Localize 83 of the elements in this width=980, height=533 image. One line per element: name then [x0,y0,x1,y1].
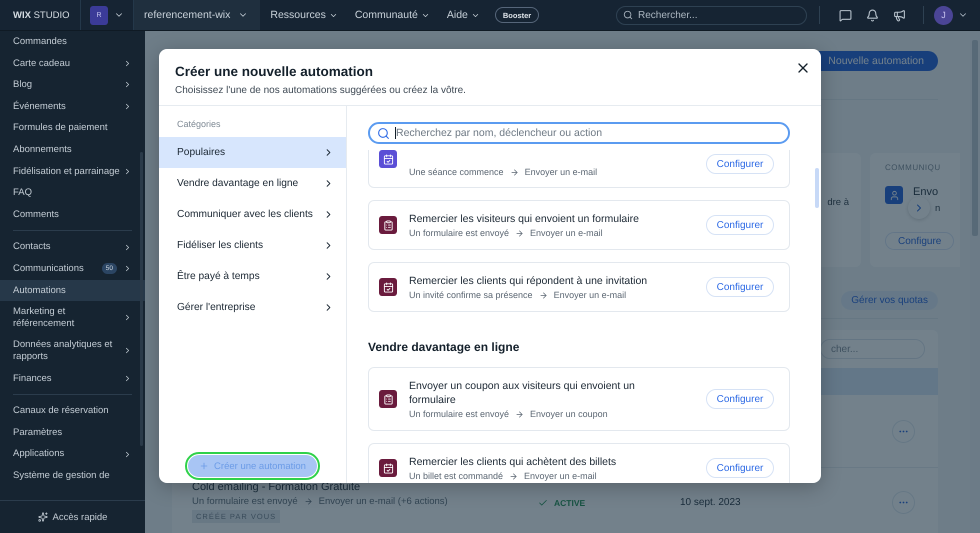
trigger-text: Un formulaire est envoyé [409,228,510,238]
sidebar-item[interactable]: Blog [0,74,145,96]
arrow-right-icon [510,168,519,176]
sidebar-item[interactable]: Comments [0,204,145,226]
configure-button[interactable]: Configurer [706,154,774,174]
action-text: Envoyer un e-mail [524,167,598,177]
nav-menu[interactable]: Communauté [344,9,437,21]
sidebar-item[interactable]: Finances [0,368,145,390]
card-text: dre à [827,197,849,208]
sidebar-item[interactable]: Paramètres [0,422,145,444]
arrow-right-icon [509,472,518,480]
action-text: Envoyer un e-mail [554,290,626,300]
sidebar-item[interactable]: Canaux de réservation [0,400,145,422]
chevron-right-icon [123,80,132,90]
sidebar-item[interactable]: Fidélisation et parrainage [0,160,145,182]
configure-button[interactable]: Configurer [706,458,774,478]
search-icon [377,126,390,140]
action-text: Envoyer un e-mail [530,228,603,238]
check-icon [538,498,548,508]
trigger-text: Un formulaire est envoyé [409,409,510,419]
nav-menu[interactable]: Aide [436,9,487,21]
chevron-right-icon [123,450,132,459]
megaphone-icon[interactable] [893,8,906,22]
trigger-text: Un invité confirme sa présence [409,290,533,300]
action-text: Envoyer un e-mail (+6 actions) [318,496,448,507]
sidebar-item[interactable]: FAQ [0,182,145,204]
arrow-right-icon [538,290,548,300]
sidebar-item[interactable]: Marketing et référencement [0,301,145,334]
action-text: Envoyer un e-mail [524,471,597,481]
card-title: Remercier les visiteurs qui envoient un formulaire [409,212,640,226]
chevron-right-icon [123,346,132,356]
sidebar-item[interactable]: Formules de paiement [0,117,145,139]
arrow-right-icon [515,410,524,418]
card-title: Envo [913,186,940,198]
wix-studio-logo: WIX STUDIO [12,10,70,20]
user-avatar[interactable]: J [934,6,953,24]
card-text: n [935,203,940,214]
search-icon [623,10,633,20]
sparkle-icon [38,512,48,522]
chevron-right-icon [123,374,132,383]
sidebar-item[interactable]: Contacts [0,236,145,258]
trigger-text: Un formulaire est envoyé [192,496,298,507]
configure-button[interactable]: Configurer [706,215,774,235]
arrow-right-icon [304,497,313,506]
scrollbar [815,168,819,208]
section-heading: Vendre davantage en ligne [368,339,520,355]
date-text: 10 sept. 2023 [680,497,742,508]
search-field[interactable]: Recherchez par nom, déclencheur ou action [368,122,790,144]
dialog-title: Créer une nouvelle automation [175,64,374,79]
configure-button[interactable]: Configurer [706,277,774,297]
configure-button[interactable]: Configurer [706,389,774,409]
chevron-right-icon [123,102,132,112]
bell-icon[interactable] [866,8,879,22]
card-title: Envoyer un coupon aux visiteurs qui envoient un formulaire [409,379,636,407]
dialog-subtitle: Choisissez l'une de nos automations suggérées ou créez la vôtre. [175,85,467,96]
user-icon [885,186,903,204]
trigger-text: Une séance commence [409,167,504,177]
sidebar-item[interactable]: Abonnements [0,138,145,161]
card-title: Remercier les clients qui répondent à une invitation [409,274,648,288]
chevron-right-icon [123,313,132,322]
category-item[interactable]: Populaires [159,137,346,168]
chat-icon[interactable] [839,8,852,22]
sidebar-item[interactable]: Automations [0,280,145,302]
nav-menu[interactable]: Ressources [260,9,345,21]
categories-label: Catégories [176,119,222,129]
sidebar-item[interactable]: Événements [0,96,145,118]
trigger-text: Un billet est commandé [409,471,504,481]
site-selector[interactable]: referencement-wix [134,0,260,30]
chevron-right-icon [123,242,132,252]
status-text: ACTIVE [554,498,586,508]
sidebar-item[interactable]: Données analytiques et rapports [0,334,145,368]
arrow-right-icon [515,228,524,238]
sidebar-item[interactable]: Applications [0,443,145,465]
sidebar-item[interactable]: Système de gestion de [0,464,145,486]
search-field[interactable]: Rechercher... [616,6,807,24]
sidebar-item[interactable]: Carte cadeau [0,52,145,74]
action-text: Envoyer un coupon [530,409,608,419]
sidebar-item[interactable]: Commandes [0,31,145,53]
card-title: Remercier les clients qui achètent des billets [409,455,618,469]
chevron-right-icon [123,264,132,274]
plus-icon [199,461,210,471]
chevron-right-icon [123,166,132,176]
chevron-right-icon [123,58,132,68]
